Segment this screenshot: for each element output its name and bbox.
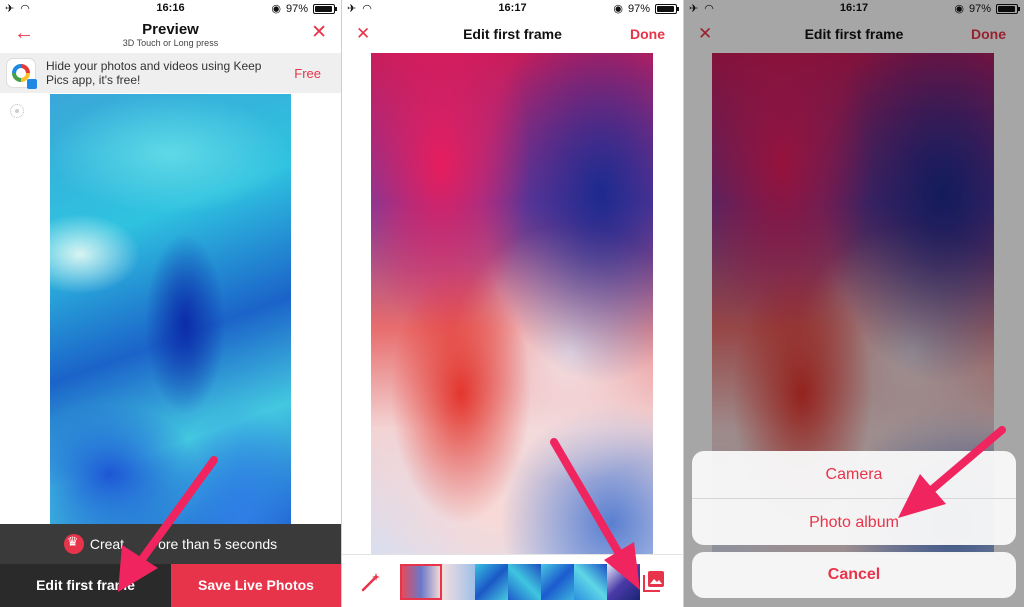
pointer-arrow: [118, 456, 218, 592]
choose-source-screen: ✈ ◠ 16:17 ◉ 97% ✕ Edit first frame Done …: [684, 0, 1024, 607]
preview-screen: ✈ ◠ 16:16 ◉ 97% ← Preview 3D Touch or Lo…: [0, 0, 341, 607]
pointer-arrow: [550, 438, 640, 590]
edit-frame-screen: ✈ ◠ 16:17 ◉ 97% ✕ Edit first frame Done: [342, 0, 683, 607]
pointer-arrow: [898, 426, 1006, 518]
